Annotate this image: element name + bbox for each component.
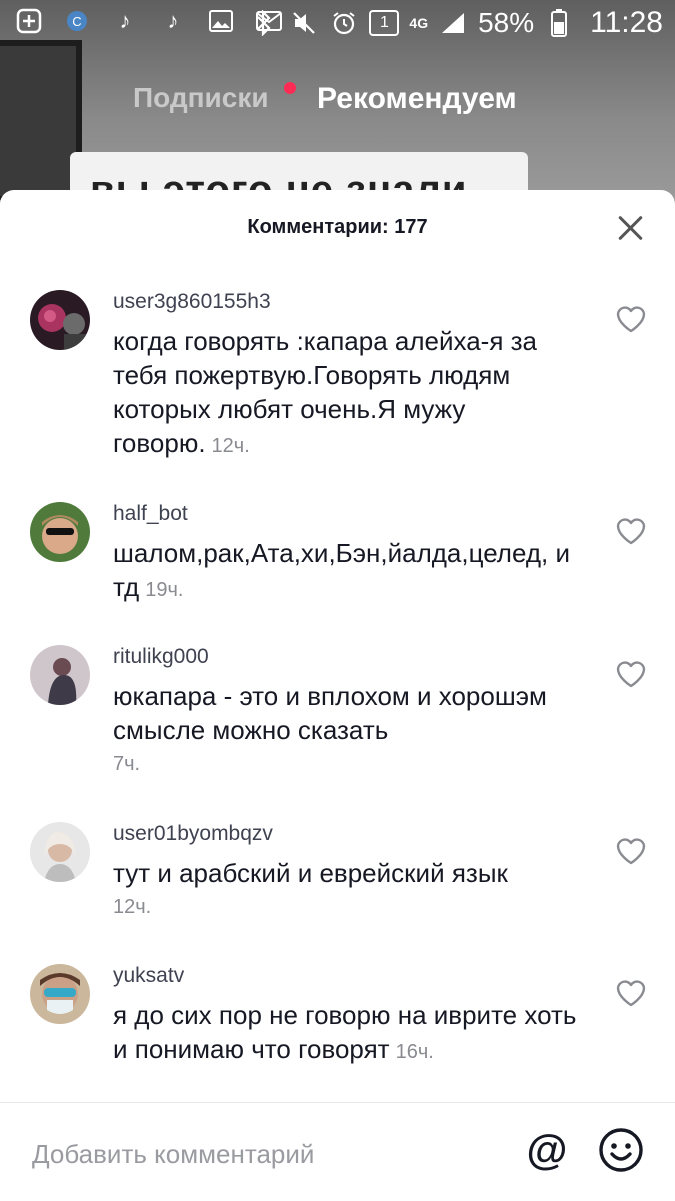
avatar[interactable] [30,645,90,705]
comment-text: когда говорять :капара алейха-я за тебя … [113,326,538,458]
battery-percent: 58% [478,7,535,38]
comment-time: 19ч. [145,579,184,601]
add-comment-input[interactable] [30,1133,494,1175]
status-bar: C ♪ ♪ 1 4G 58% 11:28 [0,0,675,46]
mute-icon [289,8,319,38]
comments-sheet: Комментарии: 177 user3g860155h3 когда го… [0,190,675,1201]
emoji-icon [599,1128,643,1172]
sim-icon: 1 [369,10,400,36]
comment-time: 12ч. [211,435,250,457]
comments-title: Комментарии: 177 [247,216,428,238]
like-heart-icon[interactable] [615,304,647,334]
add-notification-icon [14,6,44,36]
comment-username[interactable]: half_bot [113,502,188,526]
comment-input-bar: @ [0,1102,675,1201]
comment-text: тут и арабский и еврейский язык 12ч. [113,856,593,924]
like-heart-icon[interactable] [615,836,647,866]
feed-tabs: Подписки Рекомендуем [0,82,675,122]
avatar[interactable] [30,290,90,350]
avatar[interactable] [30,502,90,562]
tab-following[interactable]: Подписки [133,82,269,114]
comment-username[interactable]: user3g860155h3 [113,290,271,314]
close-button[interactable] [617,214,645,242]
comment-username[interactable]: ritulikg000 [113,645,209,669]
like-heart-icon[interactable] [615,659,647,689]
avatar[interactable] [30,822,90,882]
network-type: 4G [409,15,429,31]
app-notification-icon: C [62,6,92,36]
comment-username[interactable]: yuksatv [113,964,184,988]
comment-time: 7ч. [113,753,141,775]
comment-text: шалом,рак,Ата,хи,Бэн,йалда,целед, и тд 19… [113,538,570,602]
comment-username[interactable]: user01byombqzv [113,822,273,846]
tiktok-notification-icon-2: ♪ [167,8,179,33]
svg-text:C: C [72,14,81,29]
bluetooth-icon [249,8,279,38]
tiktok-notification-icon: ♪ [119,8,131,33]
alarm-icon [329,8,359,38]
like-heart-icon[interactable] [615,978,647,1008]
mention-button[interactable]: @ [524,1127,570,1173]
avatar[interactable] [30,964,90,1024]
signal-icon [438,8,468,38]
new-content-dot [284,82,296,94]
clock: 11:28 [590,6,663,39]
comment-text: я до сих пор не говорю на иврите хоть и … [113,1000,577,1064]
like-heart-icon[interactable] [615,516,647,546]
emoji-button[interactable] [598,1127,644,1173]
comment-time: 12ч. [113,896,152,918]
gallery-icon [206,6,236,36]
comment-time: 16ч. [395,1041,434,1063]
comment-text: юкапара - это и вплохом и хорошэм смысле… [113,679,593,781]
tab-for-you[interactable]: Рекомендуем [317,82,517,116]
battery-icon [544,8,574,38]
